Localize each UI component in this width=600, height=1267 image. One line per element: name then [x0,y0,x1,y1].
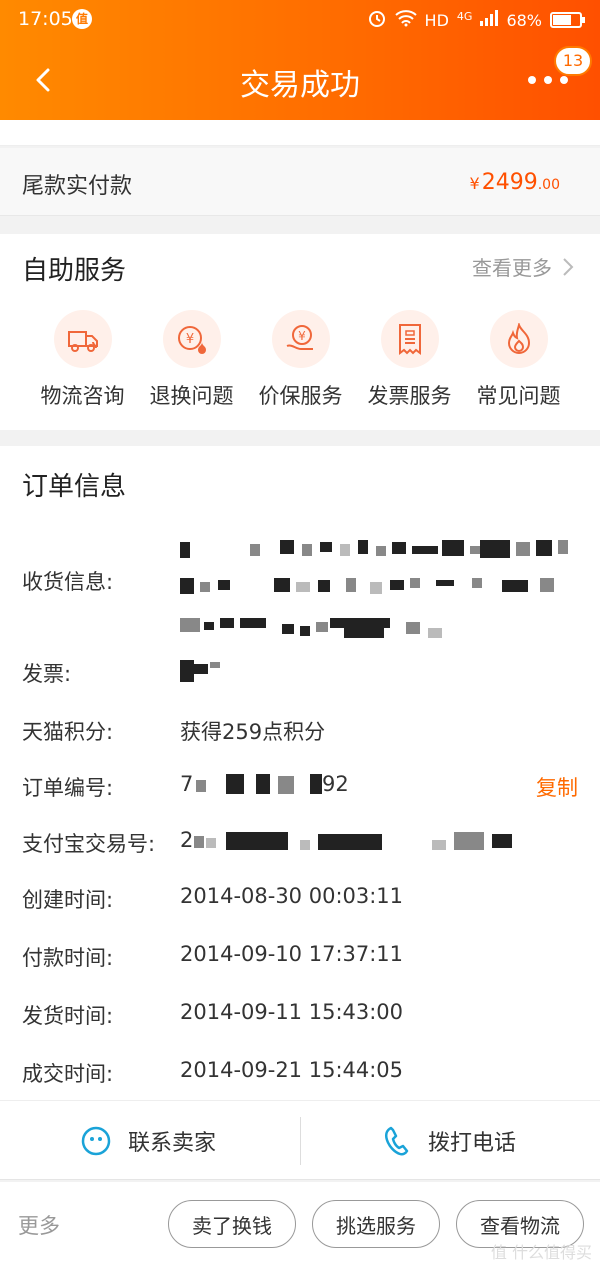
service-item-refund[interactable]: ¥ 退换问题 [137,310,246,410]
created-time-value: 2014-08-30 00:03:11 [180,884,404,908]
service-label: 退换问题 [149,384,234,408]
alipay-tx-label: 支付宝交易号: [22,832,156,856]
service-label: 常见问题 [476,384,561,408]
currency-symbol: ¥ [469,174,480,193]
status-bar: 17:05 值 HD 4G 68% [0,0,600,40]
battery-icon [550,12,585,28]
signal-icon [480,10,499,30]
contact-bar: 联系卖家 拨打电话 [0,1100,600,1180]
price-protect-icon: ¥ [271,310,330,368]
service-label: 价保服务 [258,384,343,408]
service-label: 物流咨询 [40,384,125,408]
signal-type: 4G [456,9,473,23]
shipping-info-label: 收货信息: [22,570,114,594]
paid-time-label: 付款时间: [22,946,114,970]
phone-icon [384,1126,409,1156]
chat-bubble-icon [81,1126,111,1156]
order-number-prefix: 7 [180,772,194,796]
order-number-suffix: 92 [322,772,349,796]
service-item-logistics[interactable]: 物流咨询 [28,310,137,410]
truck-icon [53,310,112,368]
view-more-label: 查看更多 [472,256,552,280]
final-payment-label: 尾款实付款 [22,174,133,199]
service-item-faq[interactable]: 常见问题 [464,310,573,410]
alipay-tx-prefix: 2 [180,828,194,852]
svg-text:¥: ¥ [185,332,193,347]
fire-icon [489,310,548,368]
points-label: 天猫积分: [22,720,114,744]
amount-integer: 2499 [481,170,538,195]
shipped-time-value: 2014-09-11 15:43:00 [180,1000,404,1024]
invoice-icon [380,310,439,368]
order-number-label: 订单编号: [22,776,114,800]
points-value: 获得259点积分 [180,720,326,744]
copy-order-number-button[interactable]: 复制 [536,772,578,802]
amount-decimal: .00 [537,177,560,193]
svg-text:¥: ¥ [298,329,306,343]
battery-percent: 68% [506,10,542,30]
deal-time-value: 2014-09-21 15:44:05 [180,1058,404,1082]
paid-time-value: 2014-09-10 17:37:11 [180,942,404,966]
chevron-right-icon [563,257,574,276]
deal-time-label: 成交时间: [22,1062,114,1086]
order-info-title: 订单信息 [22,472,127,502]
zhi-badge-icon: 值 [72,9,92,29]
sell-for-cash-button[interactable]: 卖了换钱 [168,1200,296,1248]
contact-divider [300,1117,301,1165]
alarm-icon [367,8,387,32]
more-actions-button[interactable]: 更多 [18,1210,60,1240]
message-count-badge: 13 [554,46,592,76]
scrolled-section-edge [0,120,600,146]
contact-seller-label: 联系卖家 [128,1131,217,1156]
self-service-section: 自助服务 查看更多 物流咨询 ¥ 退换问题 ¥ 价保服务 发票服务 常见问题 [0,234,600,430]
order-info-section: 订单信息 收货信息: 发票: 天猫积分: 获得259点积分 订单编号: 7 92… [0,446,600,1100]
final-payment-amount: ¥2499.00 [470,170,560,195]
self-service-items: 物流咨询 ¥ 退换问题 ¥ 价保服务 发票服务 常见问题 [28,310,573,410]
view-more-link[interactable]: 查看更多 [472,252,574,281]
watermark: 值 什么值得买 [490,1243,592,1262]
status-time: 17:05 [18,8,73,30]
wifi-icon [394,9,417,31]
created-time-label: 创建时间: [22,888,114,912]
service-label: 发票服务 [367,384,452,408]
call-phone-label: 拨打电话 [428,1131,517,1156]
pick-service-button[interactable]: 挑选服务 [312,1200,440,1248]
refund-icon: ¥ [162,310,221,368]
status-right: HD 4G 68% [367,8,585,32]
page-title: 交易成功 [240,68,360,103]
invoice-label: 发票: [22,662,72,686]
final-payment-row: 尾款实付款 ¥2499.00 [0,148,600,216]
service-item-invoice[interactable]: 发票服务 [355,310,464,410]
app-header: 17:05 值 HD 4G 68% 交易成功 13 [0,0,600,120]
service-item-price-protect[interactable]: ¥ 价保服务 [246,310,355,410]
self-service-title: 自助服务 [22,256,127,286]
bottom-action-bar: 更多 卖了换钱 挑选服务 查看物流 值 什么值得买 [0,1182,600,1267]
contact-seller-button[interactable]: 联系卖家 [80,1101,216,1181]
call-phone-button[interactable]: 拨打电话 [382,1101,516,1181]
network-type: HD [424,10,449,30]
shipped-time-label: 发货时间: [22,1004,114,1028]
